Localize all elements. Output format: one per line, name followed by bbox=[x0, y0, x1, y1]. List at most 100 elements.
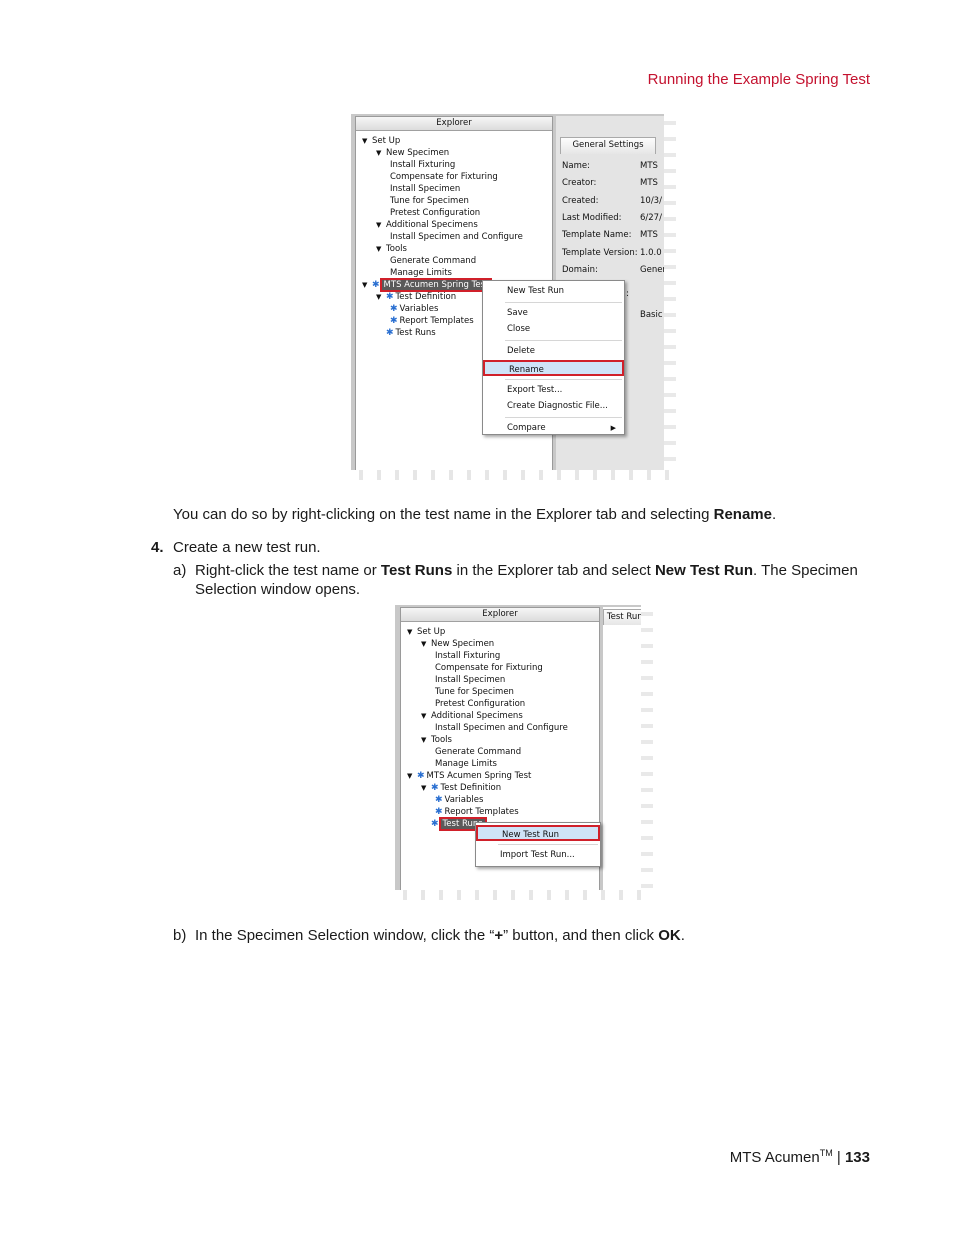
tree-item-label: Install Fixturing bbox=[390, 160, 456, 170]
tree-item-label: Install Specimen bbox=[390, 184, 461, 194]
asterisk-icon: ✱ bbox=[390, 316, 398, 326]
menu-item[interactable]: Import Test Run... bbox=[476, 847, 600, 863]
tree-item[interactable]: ✱ Test Runs bbox=[376, 327, 436, 339]
tree-item-label: Tools bbox=[431, 735, 452, 745]
tree-item[interactable]: ✱ Report Templates bbox=[435, 806, 519, 818]
explorer-tab[interactable]: Explorer bbox=[356, 117, 552, 131]
tree-item[interactable]: ▼ New Specimen bbox=[421, 638, 494, 650]
tree-item-label: Tune for Specimen bbox=[435, 687, 514, 697]
tree-item[interactable]: ✱ Variables bbox=[435, 794, 483, 806]
setting-value: MTS bbox=[640, 178, 658, 189]
tree-item[interactable]: ▼ ✱ MTS Acumen Spring Test bbox=[407, 770, 531, 782]
tree-item-label: Compensate for Fixturing bbox=[435, 663, 543, 673]
torn-edge bbox=[395, 890, 653, 900]
tree-item[interactable]: Tune for Specimen bbox=[435, 686, 514, 698]
menu-item[interactable]: Delete bbox=[483, 343, 624, 359]
tree-item-label: Install Specimen and Configure bbox=[435, 723, 568, 733]
tree-item-label: Generate Command bbox=[390, 256, 477, 266]
menu-item[interactable]: New Test Run bbox=[476, 825, 600, 841]
menu-item-label: Import Test Run... bbox=[500, 850, 575, 860]
setting-value: MTS bbox=[640, 230, 658, 241]
tree-item[interactable]: Compensate for Fixturing bbox=[390, 171, 498, 183]
tree-item-label: Report Templates bbox=[444, 807, 519, 817]
step-4: 4. Create a new test run. bbox=[151, 539, 321, 556]
menu-separator bbox=[505, 416, 622, 418]
tree-item[interactable]: ▼ Additional Specimens bbox=[376, 219, 478, 231]
menu-item[interactable]: Export Test... bbox=[483, 382, 624, 398]
tree-item[interactable]: ▼ Set Up bbox=[362, 135, 400, 147]
tree-item[interactable]: Install Specimen bbox=[390, 183, 460, 195]
asterisk-icon: ✱ bbox=[386, 292, 394, 302]
menu-separator bbox=[505, 340, 622, 342]
setting-value: MTS bbox=[640, 161, 658, 171]
tree-item-label: Install Specimen and Configure bbox=[390, 232, 523, 242]
tree-item[interactable]: ▼ Tools bbox=[421, 734, 452, 746]
expand-triangle-icon[interactable]: ▼ bbox=[376, 243, 386, 255]
tree-item-label: Tune for Specimen bbox=[390, 196, 469, 206]
expand-triangle-icon[interactable]: ▼ bbox=[376, 219, 386, 231]
setting-label: Template Name: bbox=[562, 230, 632, 241]
tree-item[interactable]: Manage Limits bbox=[435, 758, 497, 770]
expand-triangle-icon[interactable]: ▼ bbox=[407, 770, 417, 782]
menu-item-label: Delete bbox=[507, 346, 535, 357]
tree-item[interactable]: Compensate for Fixturing bbox=[435, 662, 543, 674]
tree-item[interactable]: Pretest Configuration bbox=[435, 698, 525, 710]
tree-item[interactable]: Install Specimen and Configure bbox=[435, 722, 568, 734]
menu-item[interactable]: Close bbox=[483, 321, 624, 337]
submenu-arrow-icon: ▶ bbox=[610, 423, 616, 432]
tab-general-settings[interactable]: General Settings bbox=[560, 137, 656, 154]
setting-label: Name: bbox=[562, 161, 590, 171]
tree-item[interactable]: Generate Command bbox=[435, 746, 521, 758]
tree-item[interactable]: ✱ Report Templates bbox=[390, 315, 474, 327]
tree-item-label: Install Fixturing bbox=[435, 651, 501, 661]
tree-item[interactable]: Install Specimen bbox=[435, 674, 505, 686]
menu-item-label: Close bbox=[507, 324, 531, 335]
tree-item[interactable]: Install Specimen and Configure bbox=[390, 231, 523, 243]
setting-label: Created: bbox=[562, 195, 599, 206]
tree-item[interactable]: ▼ Set Up bbox=[407, 626, 445, 638]
tree-item[interactable]: ▼ Additional Specimens bbox=[421, 710, 523, 722]
tree-item[interactable]: Generate Command bbox=[390, 255, 476, 267]
expand-triangle-icon[interactable]: ▼ bbox=[407, 626, 417, 638]
tree-item-label: Generate Command bbox=[435, 747, 522, 757]
tree-item[interactable]: Install Fixturing bbox=[390, 159, 455, 171]
tree-item[interactable]: Install Fixturing bbox=[435, 650, 500, 662]
tree-item-label: Set Up bbox=[417, 627, 446, 637]
expand-triangle-icon[interactable]: ▼ bbox=[362, 135, 372, 147]
tree-item-label: Manage Limits bbox=[435, 759, 497, 769]
expand-triangle-icon[interactable]: ▼ bbox=[421, 734, 431, 746]
explorer-tab[interactable]: Explorer bbox=[401, 608, 599, 622]
tree-item[interactable]: ▼ ✱ MTS Acumen Spring Test bbox=[362, 278, 493, 292]
tree-item[interactable]: ▼ New Specimen bbox=[376, 147, 449, 159]
tree-item[interactable]: ▼ ✱ Test Definition bbox=[376, 291, 456, 303]
step-4a: a) Right-click the test name or Test Run… bbox=[173, 562, 858, 598]
expand-triangle-icon[interactable]: ▼ bbox=[362, 279, 372, 291]
tree-item[interactable]: ✱ Variables bbox=[390, 303, 438, 315]
menu-item[interactable]: Create Diagnostic File... bbox=[483, 398, 624, 414]
expand-triangle-icon[interactable]: ▼ bbox=[376, 291, 386, 303]
expand-triangle-icon[interactable]: ▼ bbox=[421, 710, 431, 722]
page-number: 133 bbox=[844, 1149, 870, 1166]
expand-triangle-icon[interactable]: ▼ bbox=[421, 638, 431, 650]
expand-triangle-icon[interactable]: ▼ bbox=[421, 782, 431, 794]
menu-item[interactable]: Save bbox=[483, 305, 624, 321]
asterisk-icon: ✱ bbox=[390, 304, 398, 314]
tree-item[interactable]: ▼ Tools bbox=[376, 243, 407, 255]
tree-item[interactable]: Pretest Configuration bbox=[390, 207, 480, 219]
menu-item[interactable]: New Test Run bbox=[483, 283, 624, 299]
tree-item[interactable]: Tune for Specimen bbox=[390, 195, 469, 207]
tree-item[interactable]: Manage Limits bbox=[390, 267, 452, 279]
torn-edge bbox=[351, 470, 676, 480]
tree-item-label: Tools bbox=[386, 244, 407, 254]
asterisk-icon: ✱ bbox=[431, 783, 439, 793]
tree-item-label: Compensate for Fixturing bbox=[390, 172, 498, 182]
menu-item[interactable]: Compare ▶ bbox=[483, 420, 624, 436]
menu-item-label: New Test Run bbox=[507, 286, 564, 296]
menu-separator bbox=[505, 301, 622, 303]
menu-separator bbox=[505, 378, 622, 380]
expand-triangle-icon[interactable]: ▼ bbox=[376, 147, 386, 159]
menu-item[interactable]: Rename bbox=[483, 359, 624, 376]
tree-item[interactable]: ▼ ✱ Test Definition bbox=[421, 782, 501, 794]
context-menu: New Test Run Save Close Delete Rename Export … bbox=[482, 280, 625, 435]
tree-item-label: MTS Acumen Spring Test bbox=[426, 771, 532, 781]
